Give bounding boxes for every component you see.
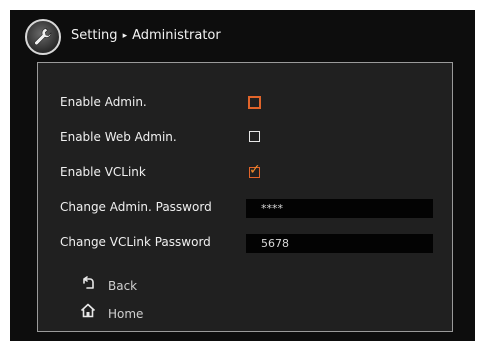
home-icon: [78, 303, 98, 322]
settings-panel: Enable Admin. Enable Web Admin. Enable V…: [37, 62, 453, 332]
back-button[interactable]: Back: [78, 276, 137, 294]
breadcrumb-separator: ▸: [122, 31, 128, 41]
home-label: Home: [108, 307, 144, 321]
change-vclink-password-label: Change VCLink Password: [60, 235, 211, 249]
checkmark-icon: ✓: [249, 162, 261, 178]
wrench-icon: [25, 19, 61, 55]
admin-settings-screen: Setting ▸ Administrator Enable Admin. Enab…: [10, 10, 475, 341]
breadcrumb-page: Administrator: [132, 28, 221, 43]
back-arrow-icon: [78, 276, 98, 294]
enable-admin-label: Enable Admin.: [60, 95, 147, 109]
breadcrumb-section: Setting: [71, 28, 118, 43]
breadcrumb: Setting ▸ Administrator: [71, 25, 221, 47]
home-button[interactable]: Home: [78, 303, 143, 322]
enable-web-admin-label: Enable Web Admin.: [60, 130, 177, 144]
enable-web-admin-checkbox[interactable]: [249, 131, 260, 142]
change-admin-password-label: Change Admin. Password: [60, 200, 212, 214]
enable-admin-checkbox[interactable]: [248, 96, 261, 109]
enable-vclink-label: Enable VCLink: [60, 165, 146, 179]
vclink-password-field[interactable]: 5678: [246, 234, 433, 253]
back-label: Back: [108, 279, 138, 293]
enable-vclink-checkbox[interactable]: ✓: [249, 163, 261, 178]
admin-password-field[interactable]: ****: [246, 199, 433, 218]
header: Setting ▸ Administrator: [10, 10, 475, 62]
